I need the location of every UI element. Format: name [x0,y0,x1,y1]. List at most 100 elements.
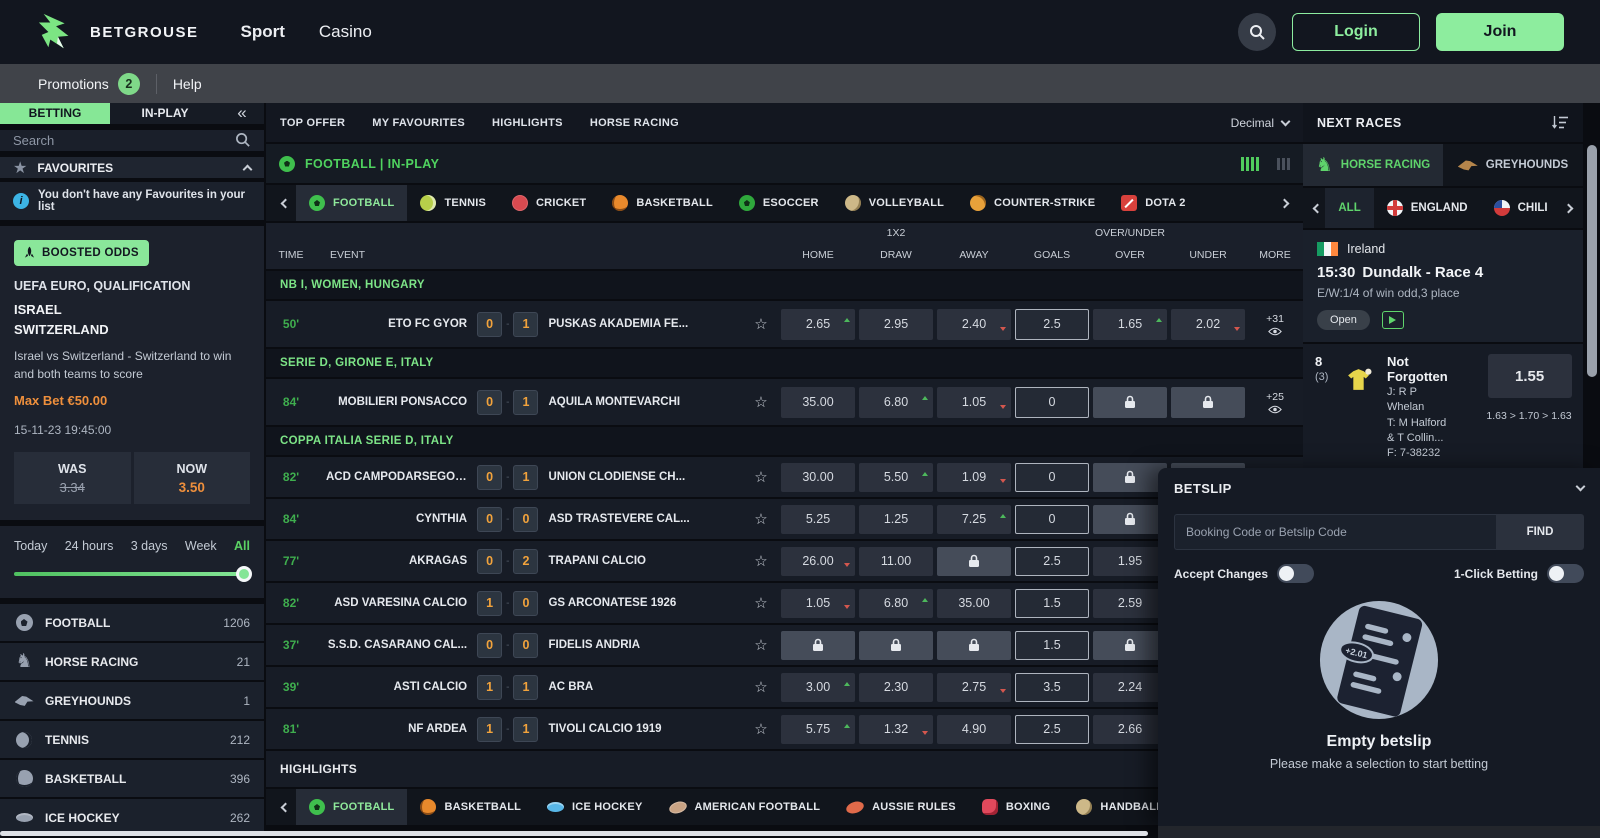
favourites-header[interactable]: ★ FAVOURITES [0,157,264,178]
favourite-star-button[interactable]: ☆ [743,636,779,654]
multi-column-view-icon[interactable] [1241,157,1259,171]
goals-line[interactable]: 2.5 [1015,309,1089,340]
odds-draw[interactable]: 2.30 [859,673,933,702]
sport-tab[interactable]: DOTA 2 [1108,185,1198,221]
goals-line[interactable]: 1.5 [1015,631,1089,660]
time-filter-option[interactable]: 24 hours [65,539,114,553]
promotions-link[interactable]: Promotions 2 [38,73,140,95]
tab-in-play[interactable]: IN-PLAY [110,103,220,124]
odds-draw[interactable]: 2.95 [859,309,933,340]
sport-tab[interactable]: TENNIS [407,185,499,221]
sidebar-sport-item[interactable]: BASKETBALL 396 [0,760,264,797]
favourite-star-button[interactable]: ☆ [743,468,779,486]
odds-over[interactable]: 2.59 [1093,589,1167,618]
time-filter-option[interactable]: Week [185,539,217,553]
goals-line[interactable]: 1.5 [1015,589,1089,618]
login-button[interactable]: Login [1292,13,1420,51]
league-header[interactable]: SERIE D, GIRONE E, ITALY [266,349,1303,377]
goals-line[interactable]: 0 [1015,505,1089,534]
boost-now-tile[interactable]: NOW 3.50 [134,452,251,504]
brand-logo[interactable]: BETGROUSE [34,11,199,53]
goals-line[interactable]: 3.5 [1015,673,1089,702]
time-filter-option[interactable]: 3 days [131,539,168,553]
favourite-star-button[interactable]: ☆ [743,510,779,528]
sidebar-sport-item[interactable]: GREYHOUNDS 1 [0,682,264,719]
highlight-sport-tab[interactable]: AUSSIE RULES [833,789,969,825]
favourite-star-button[interactable]: ☆ [743,594,779,612]
find-button[interactable]: FIND [1496,514,1584,550]
odds-home[interactable] [781,631,855,660]
odds-draw[interactable]: 6.80 [859,387,933,418]
help-link[interactable]: Help [173,76,202,92]
single-column-view-icon[interactable] [1277,158,1290,170]
odds-home[interactable]: 35.00 [781,387,855,418]
goals-line[interactable]: 2.5 [1015,715,1089,744]
main-tab[interactable]: HORSE RACING [590,117,679,129]
tab-betting[interactable]: BETTING [0,103,110,124]
odds-home[interactable]: 1.05 [781,589,855,618]
highlight-sport-tab[interactable]: ICE HOCKEY [534,789,655,825]
odds-home[interactable]: 3.00 [781,673,855,702]
event-teams[interactable]: AKRAGAS 0 - 2 TRAPANI CALCIO [316,549,743,574]
odds-away[interactable] [937,631,1011,660]
odds-over[interactable]: 2.66 [1093,715,1167,744]
favourite-star-button[interactable]: ☆ [743,678,779,696]
odds-under[interactable]: 2.02 [1171,309,1245,340]
accept-changes-toggle[interactable] [1277,564,1314,583]
sport-tab[interactable]: ESOCCER [726,185,832,221]
event-teams[interactable]: NF ARDEA 1 - 1 TIVOLI CALCIO 1919 [316,717,743,742]
goals-line[interactable]: 2.5 [1015,547,1089,576]
booking-code-input[interactable] [1174,514,1496,550]
odds-away[interactable]: 7.25 [937,505,1011,534]
country-tab[interactable]: CHILI [1481,188,1561,228]
sport-tab[interactable]: FOOTBALL [296,185,407,221]
slider-track[interactable] [14,572,250,576]
odds-home[interactable]: 26.00 [781,547,855,576]
more-markets-button[interactable]: +25 [1247,391,1303,414]
time-filter-option[interactable]: Today [14,539,47,553]
odds-away[interactable]: 1.05 [937,387,1011,418]
league-header[interactable]: NB I, WOMEN, HUNGARY [266,271,1303,299]
highlight-sport-tab[interactable]: BOXING [969,789,1064,825]
odds-away[interactable] [937,547,1011,576]
main-tab[interactable]: HIGHLIGHTS [492,117,563,129]
odds-draw[interactable]: 1.25 [859,505,933,534]
odds-over[interactable]: 1.95 [1093,547,1167,576]
vertical-scrollbar[interactable] [1587,145,1597,377]
odds-away[interactable]: 1.09 [937,463,1011,492]
event-teams[interactable]: ETO FC GYOR 0 - 1 PUSKAS AKADEMIA FE... [316,312,743,337]
countries-prev-button[interactable] [1309,205,1325,212]
tab-greyhounds[interactable]: GREYHOUNDS [1443,144,1583,186]
one-click-betting-toggle[interactable] [1547,564,1584,583]
slider-handle[interactable] [236,566,252,582]
carousel-prev-button[interactable] [274,804,296,811]
goals-line[interactable]: 0 [1015,463,1089,492]
odds-draw[interactable] [859,631,933,660]
odds-draw[interactable]: 11.00 [859,547,933,576]
odds-away[interactable]: 2.40 [937,309,1011,340]
odds-over[interactable]: 1.65 [1093,309,1167,340]
time-filter-option[interactable]: All [234,539,250,553]
league-header[interactable]: COPPA ITALIA SERIE D, ITALY [266,427,1303,455]
odds-over[interactable] [1093,463,1167,492]
odds-away[interactable]: 2.75 [937,673,1011,702]
favourite-star-button[interactable]: ☆ [743,720,779,738]
highlight-sport-tab[interactable]: AMERICAN FOOTBALL [656,789,834,825]
odds-draw[interactable]: 6.80 [859,589,933,618]
search-input[interactable] [13,133,235,148]
sport-tab[interactable]: VOLLEYBALL [832,185,957,221]
goals-line[interactable]: 0 [1015,387,1089,418]
horizontal-scrollbar[interactable] [0,831,1148,836]
country-tab[interactable]: ALL [1325,188,1373,228]
odds-home[interactable]: 2.65 [781,309,855,340]
odds-draw[interactable]: 1.32 [859,715,933,744]
odds-over[interactable] [1093,505,1167,534]
odds-draw[interactable]: 5.50 [859,463,933,492]
odds-home[interactable]: 5.25 [781,505,855,534]
join-button[interactable]: Join [1436,13,1564,51]
odds-over[interactable] [1093,387,1167,418]
main-tab[interactable]: MY FAVOURITES [372,117,465,129]
nav-sport[interactable]: Sport [241,22,285,42]
odds-away[interactable]: 4.90 [937,715,1011,744]
carousel-prev-button[interactable] [274,200,296,207]
